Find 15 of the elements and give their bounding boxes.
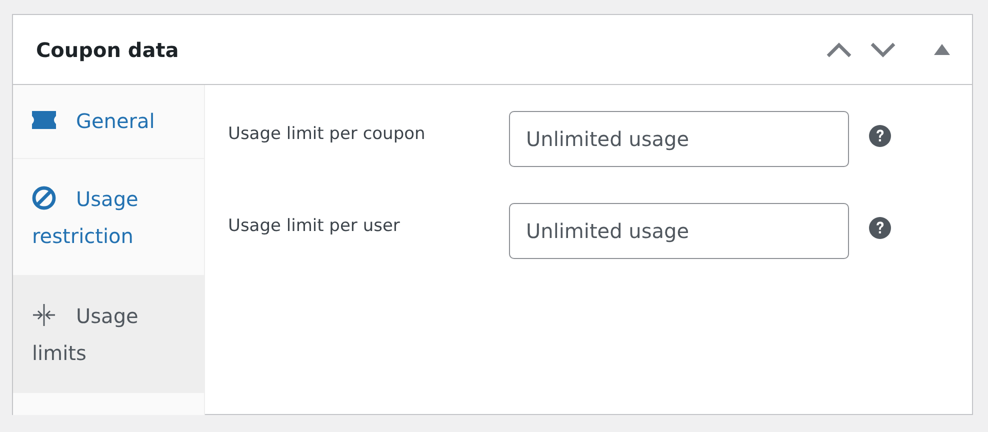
help-icon[interactable] — [869, 125, 891, 147]
input-field[interactable]: Unlimited usage — [509, 203, 849, 259]
prohibited-icon — [32, 186, 56, 210]
ticket-icon — [32, 110, 56, 129]
panel-title: Coupon data — [36, 38, 180, 62]
chevron-down-icon[interactable] — [870, 42, 896, 58]
sidebar-tab[interactable]: Usage limits — [13, 276, 204, 393]
field-label: Usage limit per coupon — [228, 123, 426, 146]
triangle-up-icon[interactable] — [934, 44, 950, 55]
input-field[interactable]: Unlimited usage — [509, 111, 849, 167]
limits-icon — [32, 302, 56, 327]
field-label: Usage limit per user — [228, 215, 401, 238]
help-icon[interactable] — [869, 217, 891, 239]
chevron-up-icon[interactable] — [826, 42, 852, 58]
sidebar-tab[interactable]: General — [13, 85, 204, 159]
